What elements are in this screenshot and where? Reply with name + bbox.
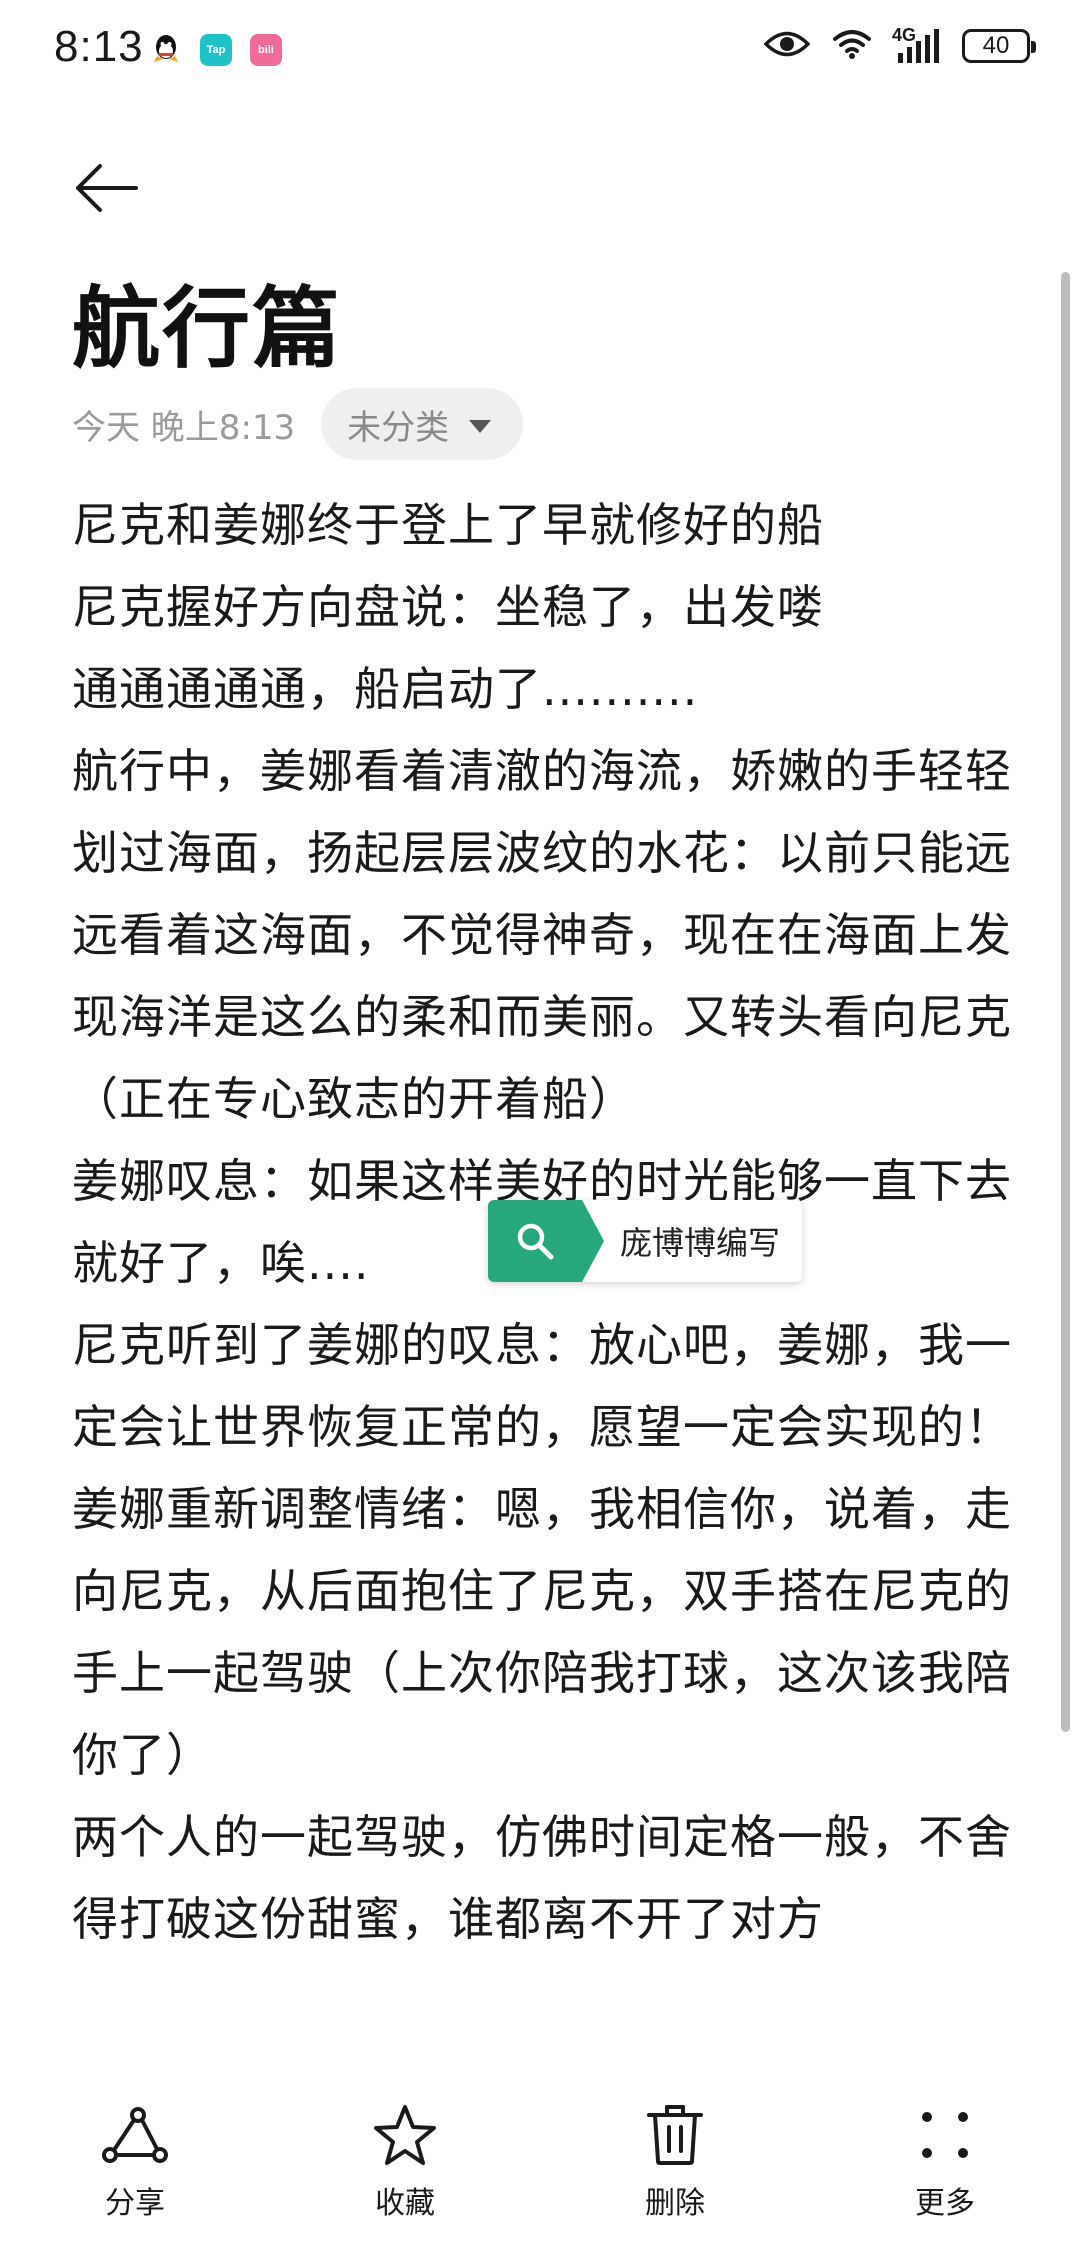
floating-search-tag[interactable]: 庞博博编写 [488, 1200, 803, 1282]
favorite-label: 收藏 [375, 2186, 435, 2221]
note-paragraph: 通通通通通，船启动了.......... [72, 662, 699, 716]
more-label: 更多 [915, 2186, 975, 2221]
cellular-signal-icon: 4G [892, 25, 940, 63]
bottom-toolbar: 分享 收藏 删除 更多 [0, 2100, 1080, 2244]
note-detail-screen: 8:13 Tap bili 4G 40 航行篇 今天 晚上8:13 未分类 尼克… [0, 0, 1080, 2244]
share-label: 分享 [105, 2186, 165, 2221]
notification-icons: Tap bili [150, 34, 282, 66]
note-paragraph: 尼克和姜娜终于登上了早就修好的船 [72, 498, 824, 552]
search-icon [517, 1223, 554, 1260]
trash-icon [640, 2100, 710, 2170]
note-paragraph: 姜娜重新调整情绪：嗯，我相信你，说着，走向尼克，从后面抱住了尼克，双手搭在尼克的… [72, 1482, 1012, 1782]
note-paragraph: 尼克握好方向盘说：坐稳了，出发喽 [72, 580, 824, 634]
category-dropdown[interactable]: 未分类 [321, 388, 524, 460]
status-bar: 8:13 Tap bili 4G 40 [0, 0, 1080, 100]
back-arrow-icon [76, 164, 138, 212]
note-timestamp: 今天 晚上8:13 [72, 407, 296, 448]
status-time: 8:13 [54, 22, 144, 71]
category-label: 未分类 [347, 407, 450, 448]
more-button[interactable]: 更多 [865, 2100, 1025, 2222]
network-type: 4G [892, 25, 917, 45]
favorite-button[interactable]: 收藏 [325, 2100, 485, 2222]
note-paragraph: 尼克听到了姜娜的叹息：放心吧，姜娜，我一定会让世界恢复正常的，愿望一定会实现的！ [72, 1318, 1012, 1454]
share-button[interactable]: 分享 [55, 2100, 215, 2222]
battery-indicator: 40 [962, 29, 1036, 63]
more-dots-icon [910, 2100, 980, 2170]
note-title[interactable]: 航行篇 [72, 258, 342, 385]
star-icon [370, 2100, 440, 2170]
taptap-icon: Tap [200, 34, 232, 66]
note-paragraph: 两个人的一起驾驶，仿佛时间定格一般，不舍得打破这份甜蜜，谁都离不开了对方 [72, 1810, 1012, 1946]
qq-icon [150, 34, 182, 66]
search-tag-icon-box [488, 1200, 604, 1282]
back-button[interactable] [66, 148, 146, 228]
search-tag-text: 庞博博编写 [620, 1224, 781, 1262]
note-meta: 今天 晚上8:13 未分类 [72, 388, 524, 460]
eye-comfort-icon [763, 29, 811, 63]
note-paragraph: 航行中，姜娜看着清澈的海流，娇嫩的手轻轻划过海面，扬起层层波纹的水花：以前只能远… [72, 744, 1012, 1126]
scrollbar[interactable] [1061, 272, 1070, 1732]
share-icon [100, 2100, 170, 2170]
bilibili-icon: bili [250, 34, 282, 66]
wifi-icon [832, 28, 872, 64]
caret-down-icon [469, 419, 492, 433]
status-indicators: 4G 40 [763, 25, 1036, 64]
delete-button[interactable]: 删除 [595, 2100, 755, 2222]
delete-label: 删除 [645, 2186, 705, 2221]
